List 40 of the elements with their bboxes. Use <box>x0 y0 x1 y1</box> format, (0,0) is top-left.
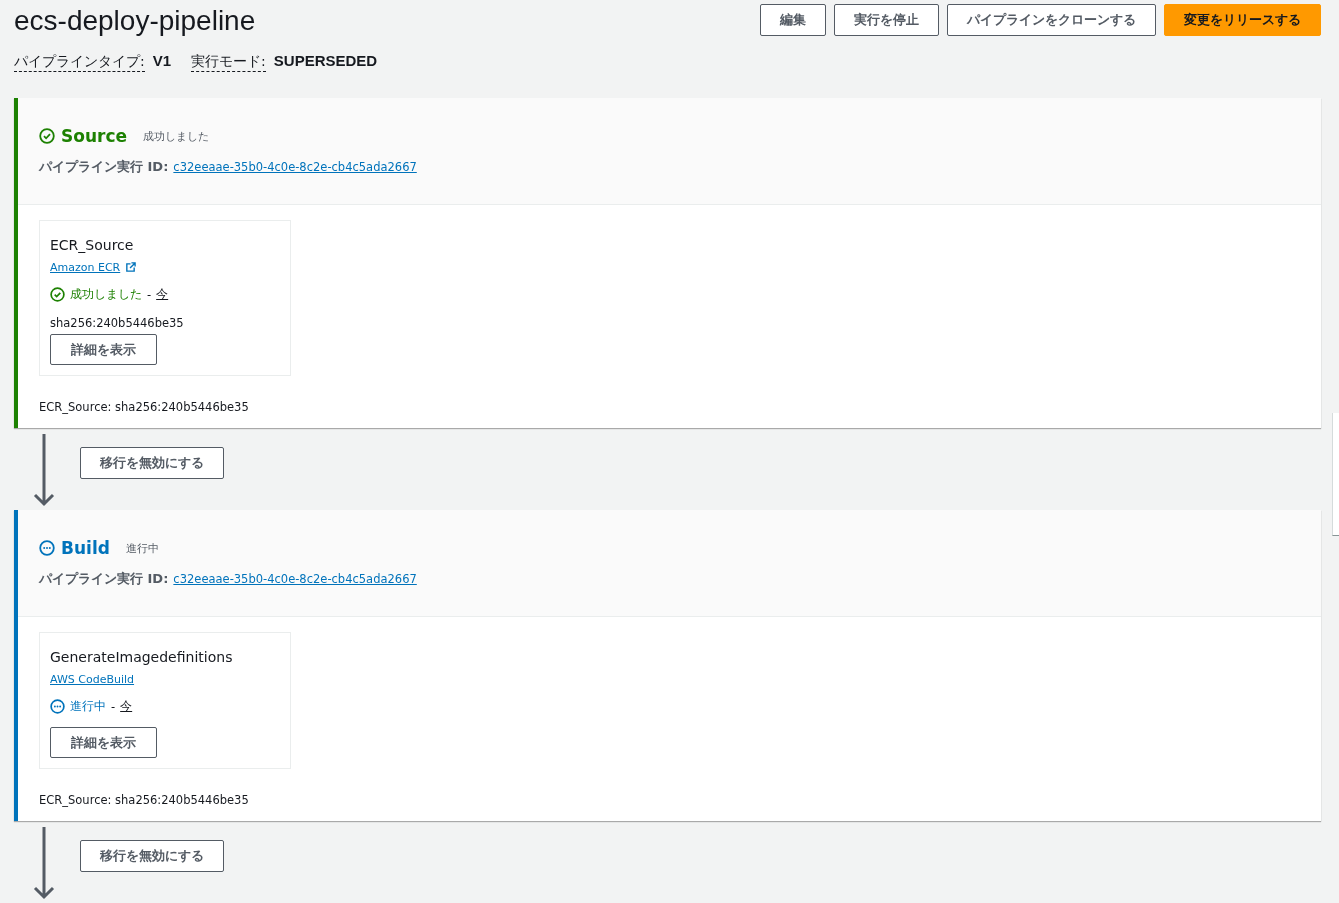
stage-name: Build <box>61 538 110 558</box>
down-arrow-icon <box>32 434 56 508</box>
artifact-text: ECR_Source: sha256:240b5446be35 <box>39 793 250 807</box>
action-button[interactable]: パイプラインをクローンする <box>947 4 1156 36</box>
execution-label: パイプライン実行 ID: <box>39 158 169 176</box>
meta-value: SUPERSEDED <box>273 52 378 69</box>
action-button[interactable]: 編集 <box>760 4 826 36</box>
action-detail: sha256:240b5446be35 <box>50 316 185 330</box>
action-name: ECR_Source <box>50 237 135 253</box>
details-button[interactable]: 詳細を表示 <box>50 727 157 758</box>
down-arrow-icon <box>32 827 56 901</box>
pipeline-title: ecs-deploy-pipeline <box>14 4 256 38</box>
check-circle-icon <box>39 128 55 144</box>
details-button[interactable]: 詳細を表示 <box>50 334 157 365</box>
ellipsis-circle-icon <box>39 540 55 556</box>
meta-label[interactable]: 実行モード: <box>191 53 266 72</box>
meta-label[interactable]: パイプラインタイプ: <box>14 53 145 72</box>
release-button[interactable]: 変更をリリースする <box>1164 4 1321 36</box>
action-time: 今 <box>120 699 133 714</box>
execution-id-link[interactable]: c32eeaae-35b0-4c0e-8c2e-cb4c5ada2667 <box>173 160 417 174</box>
action-status: 成功しました <box>70 287 142 302</box>
stage-name: Source <box>61 126 128 146</box>
artifact-text: ECR_Source: sha256:240b5446be35 <box>39 400 250 414</box>
action-button[interactable]: 実行を停止 <box>834 4 939 36</box>
stage-status: 成功しました <box>143 128 210 144</box>
meta-value: V1 <box>152 52 172 69</box>
check-circle-icon <box>50 287 65 302</box>
execution-id-link[interactable]: c32eeaae-35b0-4c0e-8c2e-cb4c5ada2667 <box>173 572 417 586</box>
disable-transition-button[interactable]: 移行を無効にする <box>80 840 224 872</box>
action-name: GenerateImagedefinitions <box>50 649 234 665</box>
action-status: 進行中 <box>70 699 106 714</box>
provider-link[interactable]: Amazon ECR <box>50 261 121 274</box>
ellipsis-circle-icon <box>50 699 65 714</box>
separator-dash: - <box>147 287 152 302</box>
provider-link[interactable]: AWS CodeBuild <box>50 673 135 686</box>
stage-status: 進行中 <box>125 540 159 556</box>
execution-label: パイプライン実行 ID: <box>39 570 169 588</box>
separator-dash: - <box>111 699 116 714</box>
disable-transition-button[interactable]: 移行を無効にする <box>80 447 224 479</box>
action-time: 今 <box>156 287 169 302</box>
